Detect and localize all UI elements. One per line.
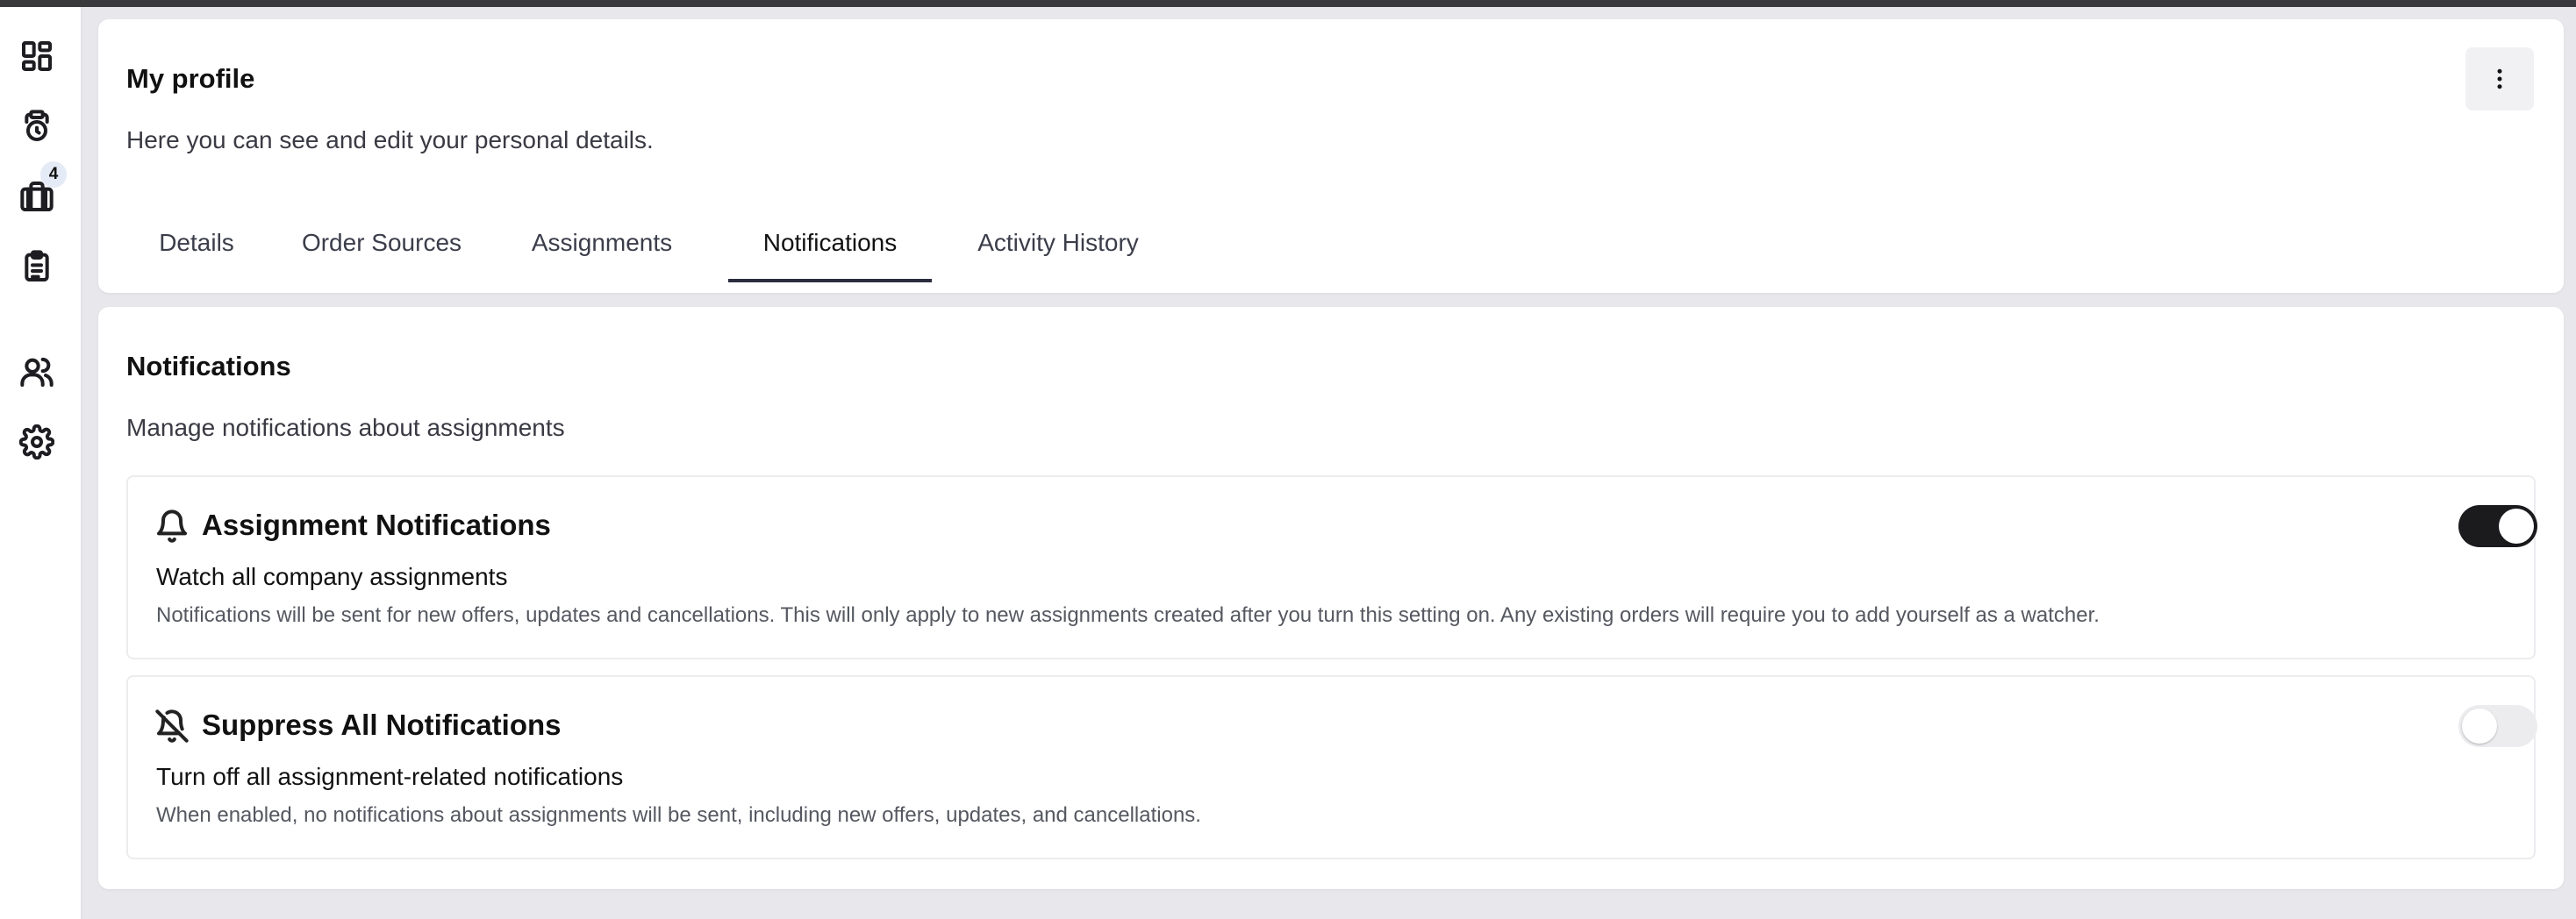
schedule-icon[interactable] [16, 105, 58, 147]
notifications-card: Notifications Manage notifications about… [98, 307, 2564, 889]
notifications-title: Notifications [126, 351, 291, 381]
more-options-button[interactable] [2465, 47, 2534, 110]
page-subtitle: Here you can see and edit your personal … [126, 126, 654, 153]
assignment-notifications-setting: Assignment Notifications Watch all compa… [126, 475, 2537, 659]
suppress-notifications-setting: Suppress All Notifications Turn off all … [126, 675, 2537, 859]
tab-notifications[interactable]: Notifications [728, 203, 932, 282]
setting-description: Notifications will be sent for new offer… [156, 603, 2100, 627]
sidebar: 4 [0, 7, 82, 919]
bell-icon [154, 509, 190, 544]
users-icon[interactable] [16, 351, 58, 393]
notifications-subtitle: Manage notifications about assignments [126, 414, 565, 441]
clipboard-icon[interactable] [16, 246, 58, 288]
bell-off-icon [154, 709, 190, 744]
more-vertical-icon [2497, 68, 2502, 89]
tab-details[interactable]: Details [126, 203, 267, 282]
dashboard-icon[interactable] [16, 35, 58, 77]
setting-title: Suppress All Notifications [202, 709, 562, 741]
setting-description: When enabled, no notifications about ass… [156, 803, 1201, 827]
gear-icon[interactable] [16, 421, 58, 463]
setting-heading: Turn off all assignment-related notifica… [156, 763, 624, 790]
profile-card: My profile Here you can see and edit you… [98, 19, 2564, 293]
setting-heading: Watch all company assignments [156, 563, 508, 590]
assignment-notifications-toggle[interactable] [2458, 505, 2537, 547]
top-bar [0, 0, 2576, 7]
toggle-knob [2499, 509, 2534, 544]
suppress-notifications-toggle[interactable] [2458, 705, 2537, 747]
toggle-knob [2462, 709, 2497, 744]
tab-order-sources[interactable]: Order Sources [281, 203, 483, 282]
tab-activity-history[interactable]: Activity History [955, 203, 1162, 282]
assignments-badge: 4 [40, 161, 67, 188]
setting-title: Assignment Notifications [202, 509, 551, 541]
tab-assignments[interactable]: Assignments [505, 203, 698, 282]
page-title: My profile [126, 63, 255, 94]
